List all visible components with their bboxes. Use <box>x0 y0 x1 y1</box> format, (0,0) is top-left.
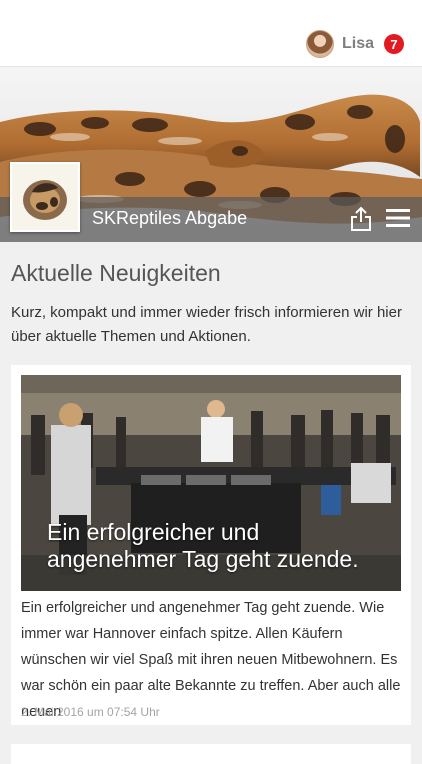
section-intro: Kurz, kompakt und immer wieder frisch in… <box>11 304 402 345</box>
notification-badge[interactable]: 7 <box>384 34 404 54</box>
section-heading: Aktuelle Neuigkeiten <box>11 260 221 286</box>
news-card[interactable]: Ein erfolgreicher und angenehmer Tag geh… <box>11 365 411 725</box>
article-image-title: Ein erfolgreicher und angenehmer Tag geh… <box>47 519 359 572</box>
next-news-card[interactable] <box>11 744 411 764</box>
hamburger-menu-icon[interactable] <box>386 209 410 227</box>
top-bar: Lisa 7 <box>0 0 422 67</box>
user-menu[interactable]: Lisa 7 <box>305 30 404 58</box>
article-date: 2. Mai 2016 um 07:54 Uhr <box>21 705 160 719</box>
share-icon[interactable] <box>350 206 372 232</box>
shop-header: SKReptiles Abgabe <box>0 67 422 242</box>
shop-logo <box>10 162 80 232</box>
avatar[interactable] <box>305 30 334 58</box>
user-name[interactable]: Lisa <box>342 35 374 53</box>
article-image[interactable]: Ein erfolgreicher und angenehmer Tag geh… <box>21 375 401 591</box>
shop-title: SKReptiles Abgabe <box>92 208 248 228</box>
